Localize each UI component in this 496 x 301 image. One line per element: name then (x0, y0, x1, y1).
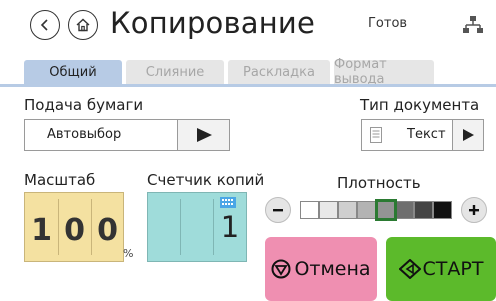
copies-value: 1 (220, 210, 240, 244)
density-level-cell[interactable] (338, 201, 357, 219)
network-icon (463, 16, 483, 33)
density-increase-button[interactable] (461, 197, 487, 223)
copies-label: Счетчик копий (147, 171, 265, 189)
cancel-button[interactable]: Отмена (265, 237, 377, 301)
start-button[interactable]: СТАРТ (386, 237, 496, 301)
keypad-icon[interactable] (220, 197, 236, 208)
scale-digit: 1 (31, 213, 52, 248)
page-title: Копирование (110, 6, 316, 40)
copies-input[interactable]: 1 (147, 192, 247, 262)
text-document-icon (370, 127, 382, 143)
plus-icon (469, 205, 479, 215)
stop-icon (271, 259, 291, 279)
density-level-cell[interactable] (375, 199, 397, 221)
density-level-cell[interactable] (414, 201, 433, 219)
scale-digit: 0 (64, 213, 85, 248)
tab-layout[interactable]: Раскладка (228, 60, 330, 84)
home-button[interactable] (68, 10, 98, 40)
tab-merge[interactable]: Слияние (126, 60, 224, 84)
back-arrow-icon (40, 19, 48, 31)
density-level-cell[interactable] (300, 201, 319, 219)
paper-feed-label: Подача бумаги (24, 96, 144, 114)
density-level-cell[interactable] (319, 201, 338, 219)
status-text: Готов (368, 16, 408, 31)
paper-feed-arrow-button[interactable] (177, 120, 229, 150)
start-diamond-icon (398, 259, 421, 279)
paper-feed-value: Автовыбор (47, 127, 122, 142)
scale-input[interactable]: 1 0 0 (24, 192, 124, 262)
doc-type-label: Тип документа (360, 96, 480, 114)
density-level-cell[interactable] (395, 201, 414, 219)
paper-feed-select[interactable]: Автовыбор (24, 119, 230, 151)
doc-type-select[interactable]: Текст (361, 119, 484, 151)
tab-output-format[interactable]: Формат вывода (334, 57, 434, 87)
minus-icon (273, 209, 283, 212)
density-level-cell[interactable] (433, 201, 452, 219)
play-arrow-icon (196, 128, 212, 142)
play-arrow-icon (463, 129, 474, 141)
density-decrease-button[interactable] (265, 197, 291, 223)
tab-general[interactable]: Общий (24, 60, 122, 84)
scale-unit: % (123, 247, 134, 260)
doc-type-arrow-button[interactable] (452, 120, 483, 150)
start-label: СТАРТ (422, 258, 484, 280)
density-label: Плотность (337, 174, 421, 192)
scale-digit: 0 (97, 213, 118, 248)
header-bar: Копирование Готов (0, 0, 496, 50)
doc-type-value: Текст (407, 127, 446, 142)
density-level-cell[interactable] (357, 201, 376, 219)
tab-underline (0, 84, 496, 87)
digit-divider (180, 199, 181, 255)
cancel-label: Отмена (294, 258, 371, 280)
back-button[interactable] (30, 10, 60, 40)
scale-label: Масштаб (24, 171, 96, 189)
home-icon (76, 18, 90, 32)
